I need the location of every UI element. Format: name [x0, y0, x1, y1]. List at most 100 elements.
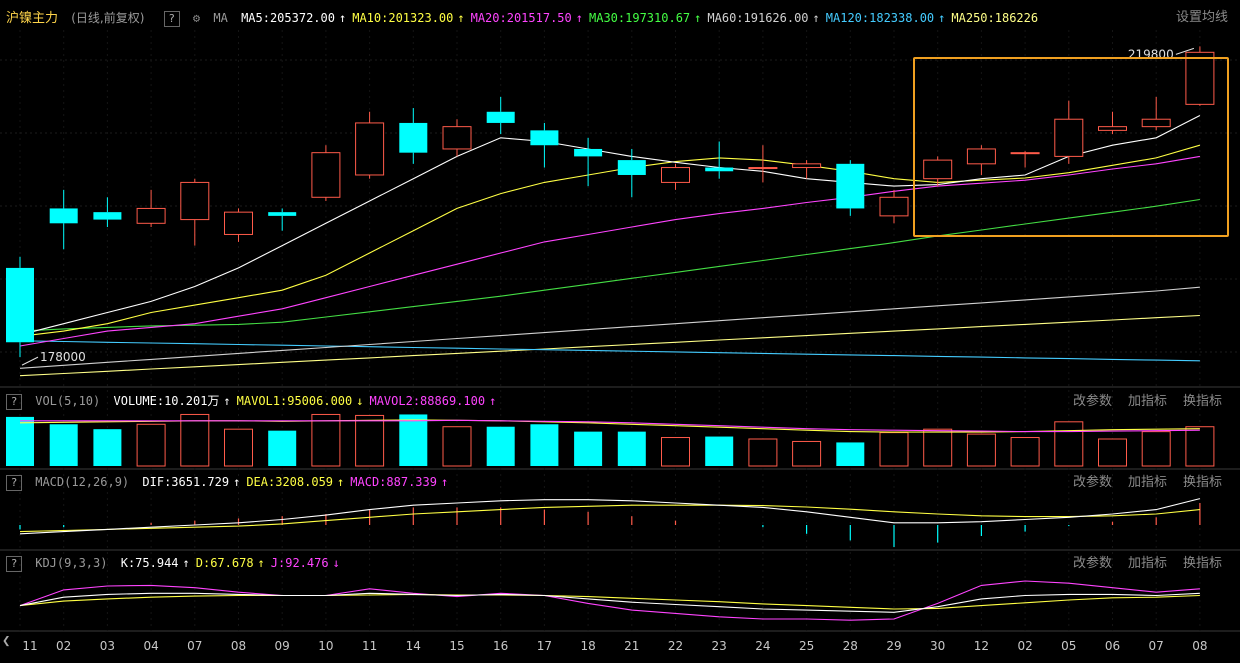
vol-values: VOLUME:10.201万 ↑ MAVOL1:95006.000 ↓ MAVOL2:8… — [114, 394, 503, 408]
kdj-arrow-2: ↓ — [332, 556, 340, 570]
ma-arrow-3: ↑ — [694, 11, 702, 25]
kdj-value-0: K:75.944 — [120, 556, 179, 570]
candle-body-14 — [617, 160, 646, 175]
x-tick-label: 21 — [624, 639, 640, 653]
help-button[interactable]: ? — [163, 10, 180, 27]
x-tick-label: 03 — [99, 639, 116, 653]
kdj-indicator-name: KDJ(9,3,3) — [35, 556, 108, 570]
vol-help-button[interactable]: ? — [6, 393, 22, 410]
x-tick-label: 30 — [930, 639, 946, 653]
candle-body-17 — [748, 167, 778, 170]
candle-body-5 — [224, 211, 253, 235]
vol-value-0: VOLUME:10.201万 — [113, 394, 220, 408]
x-tick-label: 07 — [187, 639, 203, 653]
kdj-help-button[interactable]: ? — [6, 555, 22, 572]
candle-body-15 — [661, 167, 690, 183]
kdj-arrow-1: ↑ — [257, 556, 265, 570]
kdj-value-1: D:67.678 — [195, 556, 254, 570]
candle-body-12 — [530, 130, 559, 146]
ma-value-4: MA60:191626.00 — [707, 11, 809, 25]
ma-value-1: MA10:201323.00 — [352, 11, 454, 25]
ma250-line — [19, 314, 1200, 377]
candle-body-20 — [879, 196, 909, 217]
candle-body-11 — [486, 111, 515, 123]
indicator-name: MA — [213, 11, 228, 25]
x-tick-label: 25 — [798, 639, 815, 653]
volume-bar-17 — [748, 438, 778, 467]
volume-bar-1 — [49, 424, 78, 466]
x-tick-label: 02 — [1017, 639, 1033, 653]
x-tick-label: 10 — [318, 639, 334, 653]
macd-link-1[interactable]: 加指标 — [1128, 475, 1167, 490]
vol-links: 改参数 加指标 换指标 — [1063, 392, 1228, 410]
kdj-link-2[interactable]: 换指标 — [1183, 556, 1222, 571]
macd-arrow-2: ↑ — [440, 475, 449, 489]
x-tick-label: 02 — [56, 639, 72, 653]
volume-bar-10 — [442, 426, 472, 467]
volume-bar-24 — [1054, 421, 1084, 467]
vol-link-0[interactable]: 改参数 — [1073, 394, 1112, 409]
x-tick-label: 16 — [493, 639, 509, 653]
macd-help-button[interactable]: ? — [6, 474, 22, 491]
settings-link[interactable]: 设置均线 — [1175, 9, 1228, 27]
candle-body-2 — [93, 212, 122, 220]
volume-bar-18 — [792, 440, 822, 467]
candle-body-16 — [705, 167, 734, 172]
x-tick-label: 07 — [1148, 639, 1164, 653]
vol-arrow-1: ↓ — [356, 394, 364, 408]
ma-value-2: MA20:201517.50 — [470, 11, 572, 25]
candle-body-18 — [792, 163, 822, 169]
vol-link-1[interactable]: 加指标 — [1128, 394, 1167, 409]
macd-link-2[interactable]: 换指标 — [1183, 475, 1222, 490]
candle-body-1 — [49, 208, 78, 224]
macd-indicator-name: MACD(12,26,9) — [35, 475, 130, 489]
candle-body-4 — [180, 181, 210, 221]
ma-value-3: MA30:197310.67 — [589, 11, 691, 25]
volume-bar-15 — [661, 437, 690, 467]
kdj-value-2: J:92.476 — [270, 556, 329, 570]
ma60-line — [19, 286, 1200, 369]
x-tick-label: 28 — [842, 639, 858, 653]
vol-link-2[interactable]: 换指标 — [1183, 394, 1222, 409]
kdj-arrow-0: ↑ — [182, 556, 190, 570]
x-tick-label: 24 — [755, 639, 771, 653]
volume-bar-22 — [966, 433, 996, 467]
volume-bar-4 — [180, 413, 210, 467]
candle-body-8 — [355, 122, 385, 176]
highlight-box — [913, 57, 1229, 237]
x-tick-label: 23 — [711, 639, 727, 653]
x-tick-label: 12 — [973, 639, 990, 653]
volume-bar-25 — [1098, 438, 1127, 467]
ma-arrow-4: ↑ — [812, 11, 820, 25]
ma-values: MA5:205372.00 ↑ MA10:201323.00 ↑ MA20:201517… — [241, 11, 1044, 25]
gear-icon[interactable]: ⚙ — [193, 11, 200, 25]
x-tick-label: 05 — [1061, 639, 1077, 653]
candle-body-10 — [442, 126, 472, 150]
x-tick-label: 04 — [143, 639, 159, 653]
x-tick-label: 06 — [1104, 639, 1121, 653]
volume-bar-21 — [923, 428, 953, 467]
macd-arrow-0: ↑ — [233, 475, 241, 489]
x-tick-label: 18 — [580, 639, 596, 653]
candle-body-7 — [311, 152, 341, 198]
ma-header: 沪镍主力 (日线,前复权) ? ⚙ MA MA5:205372.00 ↑ MA10:… — [0, 9, 1240, 27]
vol-value-1: MAVOL1:95006.000 — [236, 394, 353, 408]
macd-arrow-1: ↑ — [337, 475, 345, 489]
kdj-links: 改参数 加指标 换指标 — [1063, 554, 1228, 572]
volume-bar-5 — [224, 428, 253, 467]
candle-body-13 — [574, 148, 603, 157]
kdj-link-1[interactable]: 加指标 — [1128, 556, 1167, 571]
kdj-values: K:75.944 ↑ D:67.678 ↑ J:92.476 ↓ — [121, 556, 346, 570]
low-price-label: 178000 — [40, 350, 86, 364]
kdj-link-0[interactable]: 改参数 — [1073, 556, 1112, 571]
candle-body-9 — [399, 122, 428, 153]
volume-bar-20 — [879, 432, 909, 467]
x-tick-label: 29 — [886, 639, 902, 653]
macd-links: 改参数 加指标 换指标 — [1063, 473, 1228, 491]
ma-arrow-0: ↑ — [338, 11, 347, 25]
macd-link-0[interactable]: 改参数 — [1073, 475, 1112, 490]
volume-bar-11 — [486, 426, 515, 466]
ma-arrow-2: ↑ — [575, 11, 583, 25]
volume-bar-8 — [355, 414, 385, 467]
contract-title: 沪镍主力 — [6, 11, 59, 26]
